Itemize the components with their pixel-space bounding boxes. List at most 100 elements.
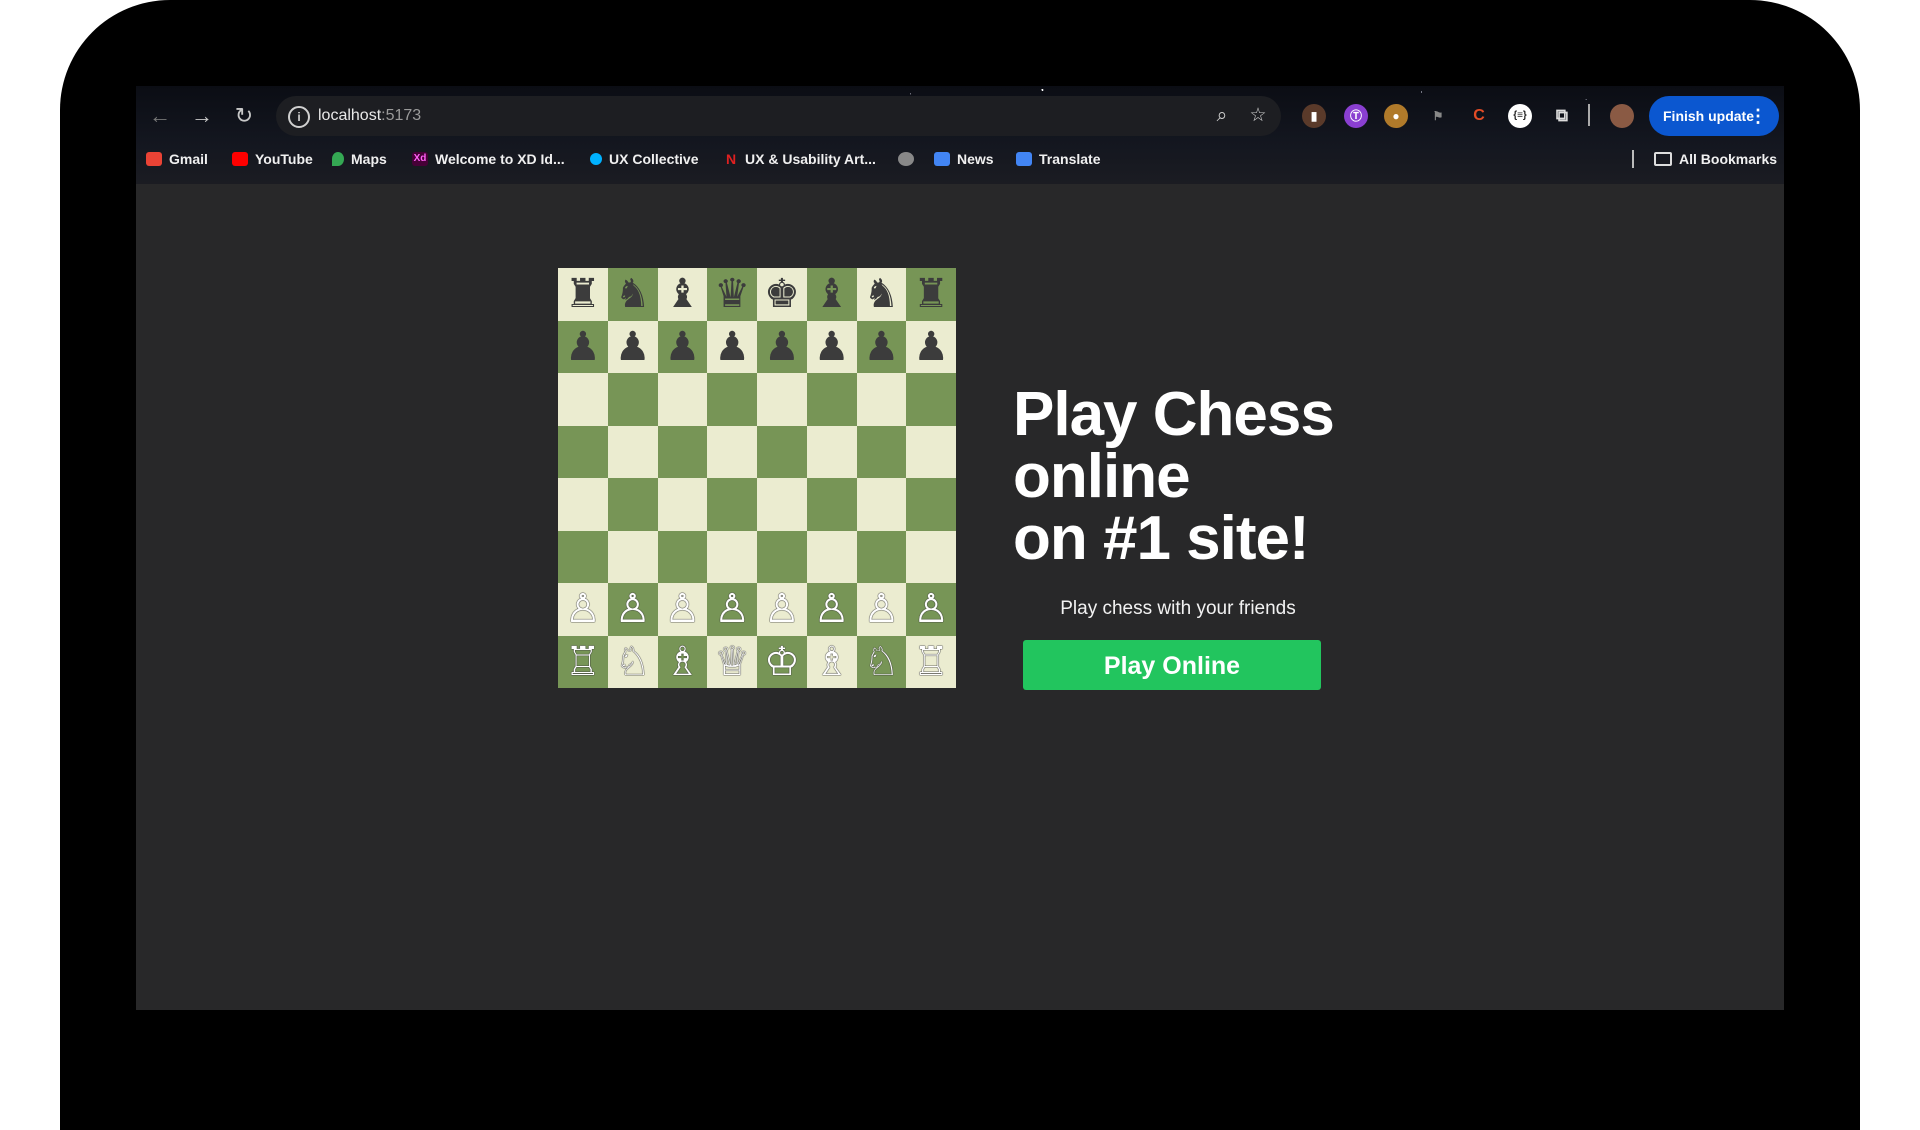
square-c1[interactable]: ♗ [657, 635, 708, 688]
address-bar[interactable]: i localhost:5173 ⌕ ☆ [276, 96, 1281, 136]
square-f4[interactable] [806, 478, 857, 531]
square-b5[interactable] [607, 425, 658, 478]
all-bookmarks-button[interactable]: All Bookmarks [1654, 144, 1777, 174]
square-f3[interactable] [806, 530, 857, 583]
square-a4[interactable] [558, 478, 608, 531]
chess-piece[interactable]: ♖ [913, 642, 949, 682]
square-h3[interactable] [906, 530, 956, 583]
square-g6[interactable] [856, 373, 907, 426]
square-e4[interactable] [757, 478, 807, 531]
kebab-menu-icon[interactable]: ⋮ [1749, 96, 1767, 136]
square-c5[interactable] [657, 425, 708, 478]
square-f5[interactable] [806, 425, 857, 478]
square-b1[interactable]: ♘ [607, 635, 658, 688]
back-arrow-icon[interactable]: ← [142, 96, 178, 136]
square-d7[interactable]: ♟ [707, 320, 757, 373]
chess-piece[interactable]: ♞ [615, 274, 651, 314]
chess-piece[interactable]: ♘ [615, 642, 651, 682]
chess-piece[interactable]: ♖ [565, 642, 601, 682]
chess-piece[interactable]: ♝ [664, 274, 700, 314]
square-g7[interactable]: ♟ [856, 320, 907, 373]
chess-piece[interactable]: ♜ [913, 274, 949, 314]
square-a2[interactable]: ♙ [558, 583, 608, 636]
square-d8[interactable]: ♛ [707, 268, 757, 321]
bookmark-gmail[interactable]: Gmail [146, 144, 208, 174]
square-a7[interactable]: ♟ [558, 320, 608, 373]
square-a1[interactable]: ♖ [558, 635, 608, 688]
chess-piece[interactable]: ♟ [764, 327, 800, 367]
square-b2[interactable]: ♙ [607, 583, 658, 636]
square-b7[interactable]: ♟ [607, 320, 658, 373]
square-e7[interactable]: ♟ [757, 320, 807, 373]
chess-piece[interactable]: ♟ [664, 327, 700, 367]
bookmark-nn[interactable]: N UX & Usability Art... [726, 144, 876, 174]
square-g3[interactable] [856, 530, 907, 583]
bookmark-xd[interactable]: Xd Welcome to XD Id... [412, 144, 565, 174]
chess-piece[interactable]: ♙ [565, 589, 601, 629]
square-g1[interactable]: ♘ [856, 635, 907, 688]
chess-piece[interactable]: ♟ [565, 327, 601, 367]
square-e8[interactable]: ♚ [757, 268, 807, 321]
square-c7[interactable]: ♟ [657, 320, 708, 373]
extension-c-icon[interactable]: C [1467, 104, 1491, 128]
square-e2[interactable]: ♙ [757, 583, 807, 636]
extension-flag-icon[interactable]: ⚑ [1426, 104, 1450, 128]
chess-piece[interactable]: ♟ [615, 327, 651, 367]
chess-piece[interactable]: ♔ [764, 642, 800, 682]
square-b8[interactable]: ♞ [607, 268, 658, 321]
chess-piece[interactable]: ♟ [913, 327, 949, 367]
zoom-icon[interactable]: ⌕ [1206, 96, 1238, 136]
url-text[interactable]: localhost:5173 [318, 96, 421, 136]
square-f2[interactable]: ♙ [806, 583, 857, 636]
square-g8[interactable]: ♞ [856, 268, 907, 321]
square-h4[interactable] [906, 478, 956, 531]
square-b4[interactable] [607, 478, 658, 531]
play-online-button[interactable]: Play Online [1023, 640, 1321, 690]
json-formatter-icon[interactable]: {≡} [1508, 104, 1532, 128]
square-d6[interactable] [707, 373, 757, 426]
square-c4[interactable] [657, 478, 708, 531]
finish-update-button[interactable]: Finish update ⋮ [1649, 96, 1779, 136]
bookmark-globe[interactable] [898, 144, 921, 174]
square-h1[interactable]: ♖ [906, 635, 956, 688]
square-h8[interactable]: ♜ [906, 268, 956, 321]
square-a6[interactable] [558, 373, 608, 426]
avatar[interactable] [1610, 104, 1634, 128]
square-e6[interactable] [757, 373, 807, 426]
bookmark-youtube[interactable]: YouTube [232, 144, 313, 174]
chess-piece[interactable]: ♗ [664, 642, 700, 682]
square-b6[interactable] [607, 373, 658, 426]
square-d2[interactable]: ♙ [707, 583, 757, 636]
chess-piece[interactable]: ♙ [814, 589, 850, 629]
square-c8[interactable]: ♝ [657, 268, 708, 321]
square-c3[interactable] [657, 530, 708, 583]
square-f1[interactable]: ♗ [806, 635, 857, 688]
chess-piece[interactable]: ♗ [814, 642, 850, 682]
square-h6[interactable] [906, 373, 956, 426]
bookmark-news[interactable]: News [934, 144, 994, 174]
chess-piece[interactable]: ♙ [913, 589, 949, 629]
chess-piece[interactable]: ♝ [814, 274, 850, 314]
chess-piece[interactable]: ♚ [764, 274, 800, 314]
square-d1[interactable]: ♕ [707, 635, 757, 688]
square-h7[interactable]: ♟ [906, 320, 956, 373]
extension-tr-icon[interactable]: Ⓣ [1344, 104, 1368, 128]
square-c6[interactable] [657, 373, 708, 426]
star-icon[interactable]: ☆ [1242, 96, 1274, 136]
square-g5[interactable] [856, 425, 907, 478]
info-icon[interactable]: i [288, 106, 310, 128]
square-f7[interactable]: ♟ [806, 320, 857, 373]
chess-piece[interactable]: ♕ [714, 642, 750, 682]
chess-piece[interactable]: ♙ [764, 589, 800, 629]
reload-icon[interactable]: ↻ [226, 96, 262, 136]
square-d4[interactable] [707, 478, 757, 531]
extension-lamp-icon[interactable]: ▮ [1302, 104, 1326, 128]
bookmark-translate[interactable]: Translate [1016, 144, 1100, 174]
square-b3[interactable] [607, 530, 658, 583]
square-c2[interactable]: ♙ [657, 583, 708, 636]
chess-piece[interactable]: ♘ [863, 642, 899, 682]
square-a3[interactable] [558, 530, 608, 583]
chess-piece[interactable]: ♙ [664, 589, 700, 629]
square-a8[interactable]: ♜ [558, 268, 608, 321]
chess-piece[interactable]: ♙ [863, 589, 899, 629]
